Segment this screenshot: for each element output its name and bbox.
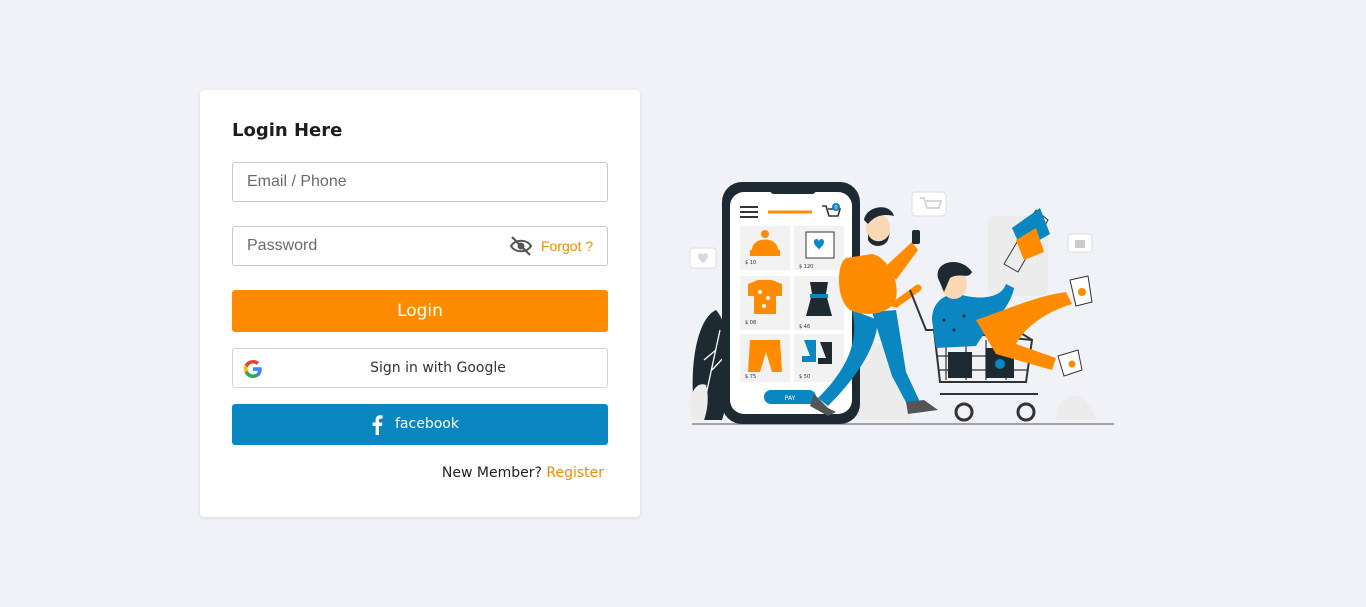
heart-bubble-icon [689, 247, 717, 269]
email-phone-input[interactable] [232, 162, 608, 202]
price-label: $ 50 [799, 374, 810, 380]
register-link[interactable]: Register [546, 465, 604, 481]
cart-badge: 0 [834, 205, 837, 211]
facebook-label: facebook [395, 416, 459, 432]
login-title: Login Here [232, 120, 343, 141]
price-label: $ 08 [745, 320, 756, 326]
cart-bubble-icon [911, 191, 947, 217]
thumbs-up-bubble-icon [1067, 233, 1093, 253]
password-field: Forgot ? [232, 226, 608, 266]
google-signin-label: Sign in with Google [370, 360, 506, 376]
shopping-illustration: 0 $ 10 $ 120 $ 08 $ 46 $ 75 $ 50 PAY [686, 180, 1118, 428]
eye-off-icon[interactable] [509, 235, 533, 257]
facebook-icon [371, 415, 383, 435]
login-card: Login Here Forgot ? Login Sign in with G… [200, 90, 640, 517]
new-member-text: New Member? [441, 465, 542, 481]
price-label: $ 75 [745, 374, 756, 380]
facebook-signin-button[interactable]: facebook [232, 404, 608, 445]
pay-label: PAY [785, 395, 796, 402]
illustration-svg: 0 $ 10 $ 120 $ 08 $ 46 $ 75 $ 50 PAY [689, 182, 1114, 425]
price-label: $ 120 [799, 264, 813, 270]
forgot-password-link[interactable]: Forgot ? [541, 238, 593, 254]
login-button[interactable]: Login [232, 290, 608, 332]
price-label: $ 46 [799, 324, 810, 330]
register-row: New Member? Register [442, 465, 604, 481]
price-label: $ 10 [745, 260, 756, 266]
google-signin-button[interactable]: Sign in with Google [232, 348, 608, 388]
